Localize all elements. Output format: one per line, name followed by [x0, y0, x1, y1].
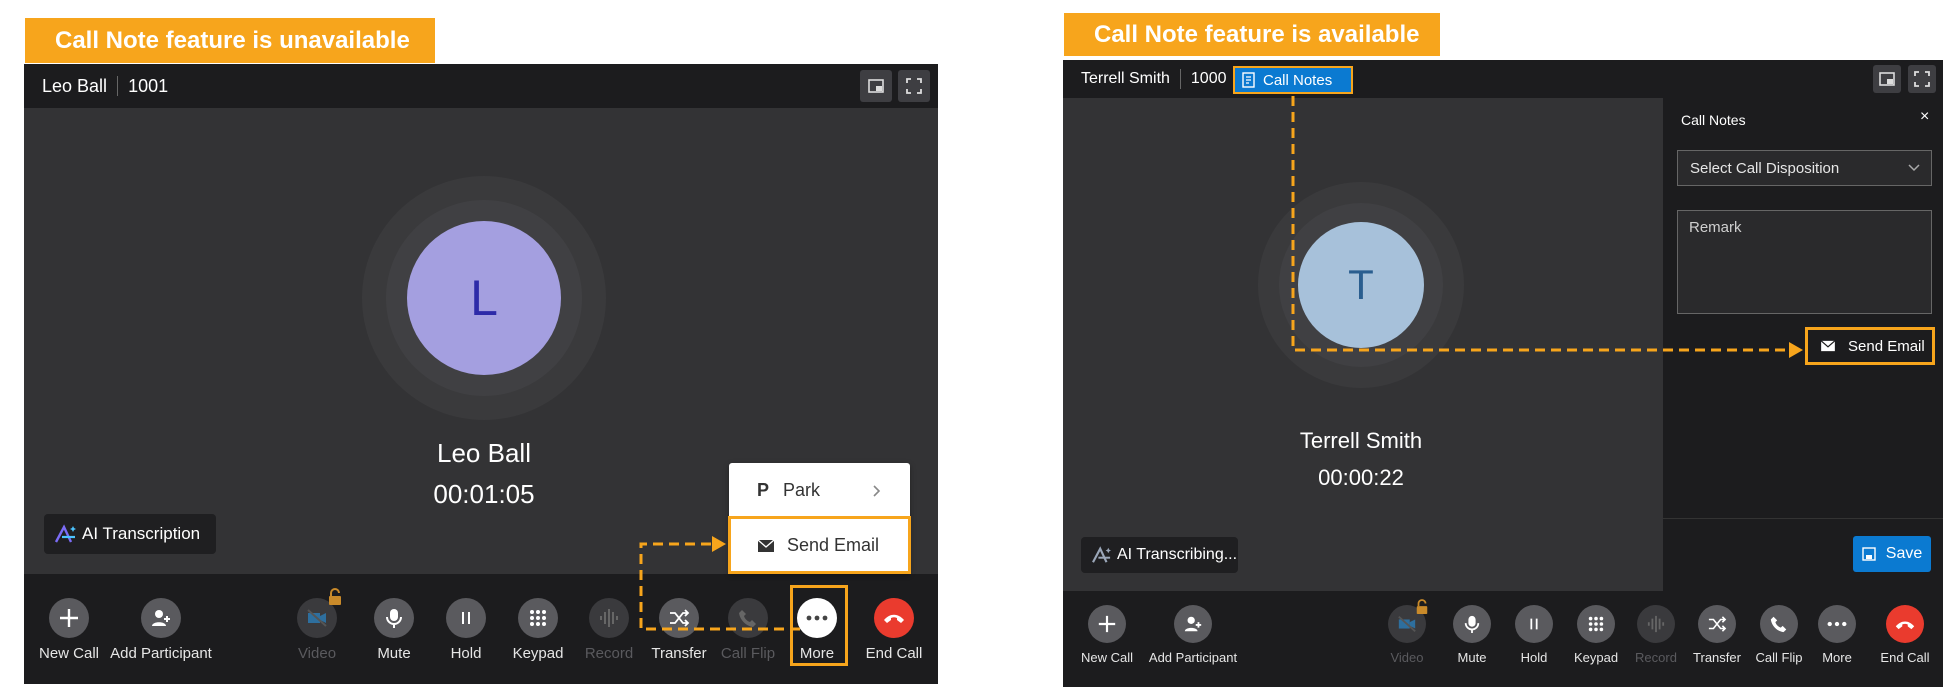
connector-arrow-right [1291, 96, 1803, 358]
